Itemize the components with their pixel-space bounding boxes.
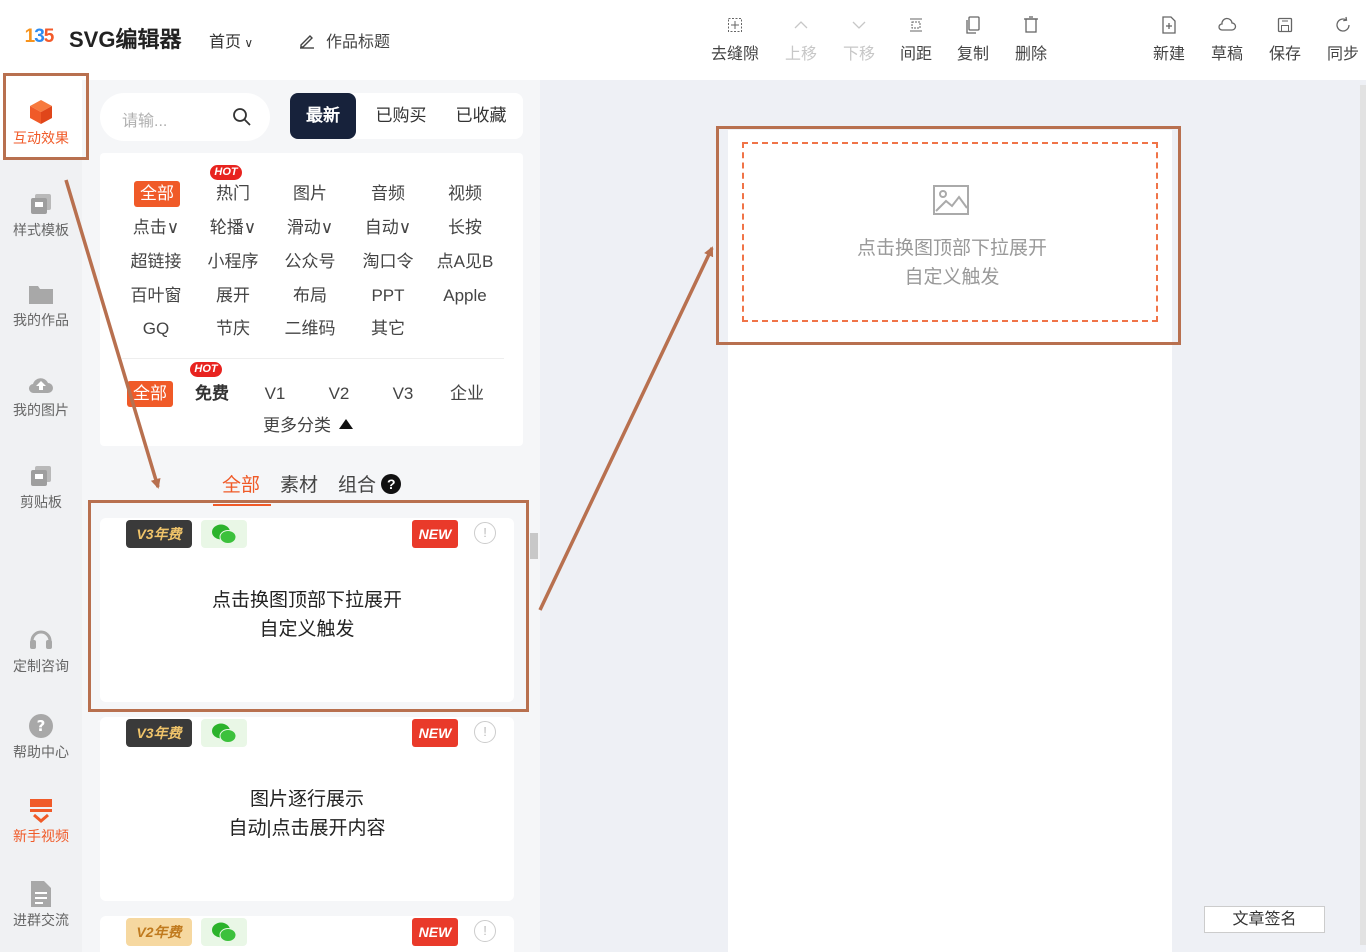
annotation-arrow-down	[64, 179, 161, 489]
annotation-arrow-right	[538, 246, 714, 611]
annotation-arrows	[64, 179, 714, 611]
